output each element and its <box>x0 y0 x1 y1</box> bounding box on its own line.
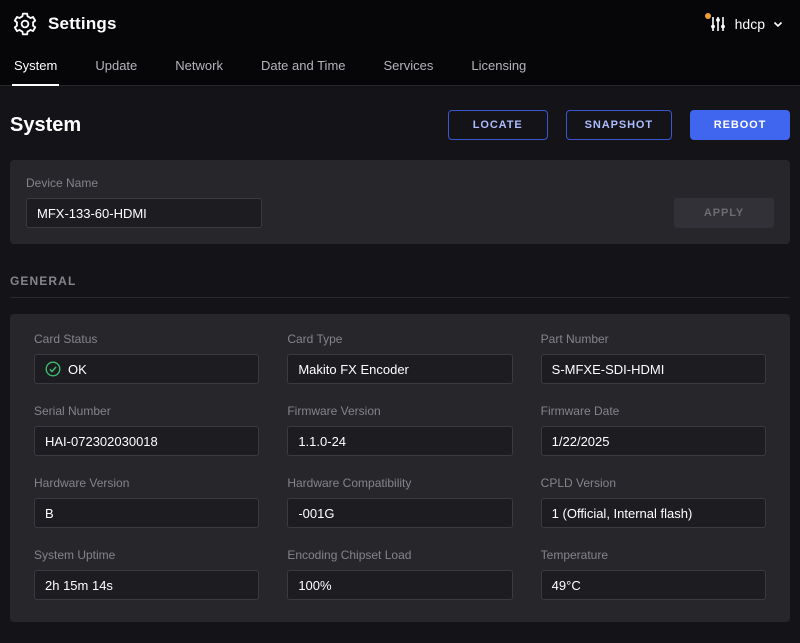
field-cpld-version: CPLD Version 1 (Official, Internal flash) <box>541 476 766 528</box>
device-name-input[interactable] <box>26 198 262 228</box>
field-label: Hardware Version <box>34 476 259 490</box>
gear-icon <box>12 11 38 37</box>
field-serial-number: Serial Number HAI-072302030018 <box>34 404 259 456</box>
field-label: Firmware Date <box>541 404 766 418</box>
sliders-icon <box>708 14 728 34</box>
tab-bar: System Update Network Date and Time Services… <box>0 48 800 86</box>
apply-button[interactable]: APPLY <box>674 198 774 228</box>
field-value-box: Makito FX Encoder <box>287 354 512 384</box>
field-part-number: Part Number S-MFXE-SDI-HDMI <box>541 332 766 384</box>
tab-network[interactable]: Network <box>173 58 225 85</box>
tab-services[interactable]: Services <box>382 58 436 85</box>
field-value-box: 1/22/2025 <box>541 426 766 456</box>
field-value-box: OK <box>34 354 259 384</box>
general-grid: Card Status OK Card Type Makito FX Encoder P… <box>10 314 790 622</box>
device-name-card: Device Name APPLY <box>10 160 790 244</box>
field-label: Card Status <box>34 332 259 346</box>
field-system-uptime: System Uptime 2h 15m 14s <box>34 548 259 600</box>
field-hardware-compatibility: Hardware Compatibility -001G <box>287 476 512 528</box>
field-value-box: 2h 15m 14s <box>34 570 259 600</box>
field-value: 1/22/2025 <box>552 434 610 449</box>
field-value-box: 1.1.0-24 <box>287 426 512 456</box>
user-menu[interactable]: hdcp <box>708 14 784 34</box>
snapshot-button[interactable]: SNAPSHOT <box>566 110 672 140</box>
general-section-header: GENERAL <box>10 274 790 298</box>
field-value-box: B <box>34 498 259 528</box>
field-value: Makito FX Encoder <box>298 362 409 377</box>
field-firmware-version: Firmware Version 1.1.0-24 <box>287 404 512 456</box>
page-title-settings: Settings <box>48 14 117 34</box>
field-value: -001G <box>298 506 334 521</box>
field-value-box: 49°C <box>541 570 766 600</box>
field-value-box: HAI-072302030018 <box>34 426 259 456</box>
field-card-type: Card Type Makito FX Encoder <box>287 332 512 384</box>
field-label: Serial Number <box>34 404 259 418</box>
field-label: Firmware Version <box>287 404 512 418</box>
field-label: Card Type <box>287 332 512 346</box>
device-name-group: Device Name <box>26 176 262 228</box>
field-label: CPLD Version <box>541 476 766 490</box>
field-label: Part Number <box>541 332 766 346</box>
tab-update[interactable]: Update <box>93 58 139 85</box>
check-circle-icon <box>45 361 61 377</box>
page-header: System LOCATE SNAPSHOT REBOOT <box>10 110 790 140</box>
page-title: System <box>10 114 81 137</box>
field-label: Encoding Chipset Load <box>287 548 512 562</box>
field-value: 49°C <box>552 578 581 593</box>
page-actions: LOCATE SNAPSHOT REBOOT <box>448 110 790 140</box>
app-header: Settings hdcp <box>0 0 800 48</box>
field-label: System Uptime <box>34 548 259 562</box>
tab-licensing[interactable]: Licensing <box>469 58 528 85</box>
field-value-box: 1 (Official, Internal flash) <box>541 498 766 528</box>
field-label: Temperature <box>541 548 766 562</box>
field-value-box: 100% <box>287 570 512 600</box>
field-hardware-version: Hardware Version B <box>34 476 259 528</box>
header-left: Settings <box>12 11 117 37</box>
locate-button[interactable]: LOCATE <box>448 110 548 140</box>
field-value: OK <box>68 362 87 377</box>
user-menu-label: hdcp <box>735 16 765 32</box>
field-value: B <box>45 506 54 521</box>
field-value: 1.1.0-24 <box>298 434 346 449</box>
field-temperature: Temperature 49°C <box>541 548 766 600</box>
field-card-status: Card Status OK <box>34 332 259 384</box>
field-label: Hardware Compatibility <box>287 476 512 490</box>
field-value: HAI-072302030018 <box>45 434 158 449</box>
field-value-box: S-MFXE-SDI-HDMI <box>541 354 766 384</box>
main-content: System LOCATE SNAPSHOT REBOOT Device Name … <box>0 110 800 622</box>
field-value: S-MFXE-SDI-HDMI <box>552 362 665 377</box>
tab-system[interactable]: System <box>12 58 59 85</box>
chevron-down-icon <box>772 18 784 30</box>
notification-dot <box>705 13 711 19</box>
tab-date-and-time[interactable]: Date and Time <box>259 58 348 85</box>
device-name-label: Device Name <box>26 176 262 190</box>
field-value: 1 (Official, Internal flash) <box>552 506 693 521</box>
field-value: 100% <box>298 578 331 593</box>
field-encoding-chipset-load: Encoding Chipset Load 100% <box>287 548 512 600</box>
field-value-box: -001G <box>287 498 512 528</box>
field-value: 2h 15m 14s <box>45 578 113 593</box>
field-firmware-date: Firmware Date 1/22/2025 <box>541 404 766 456</box>
reboot-button[interactable]: REBOOT <box>690 110 790 140</box>
